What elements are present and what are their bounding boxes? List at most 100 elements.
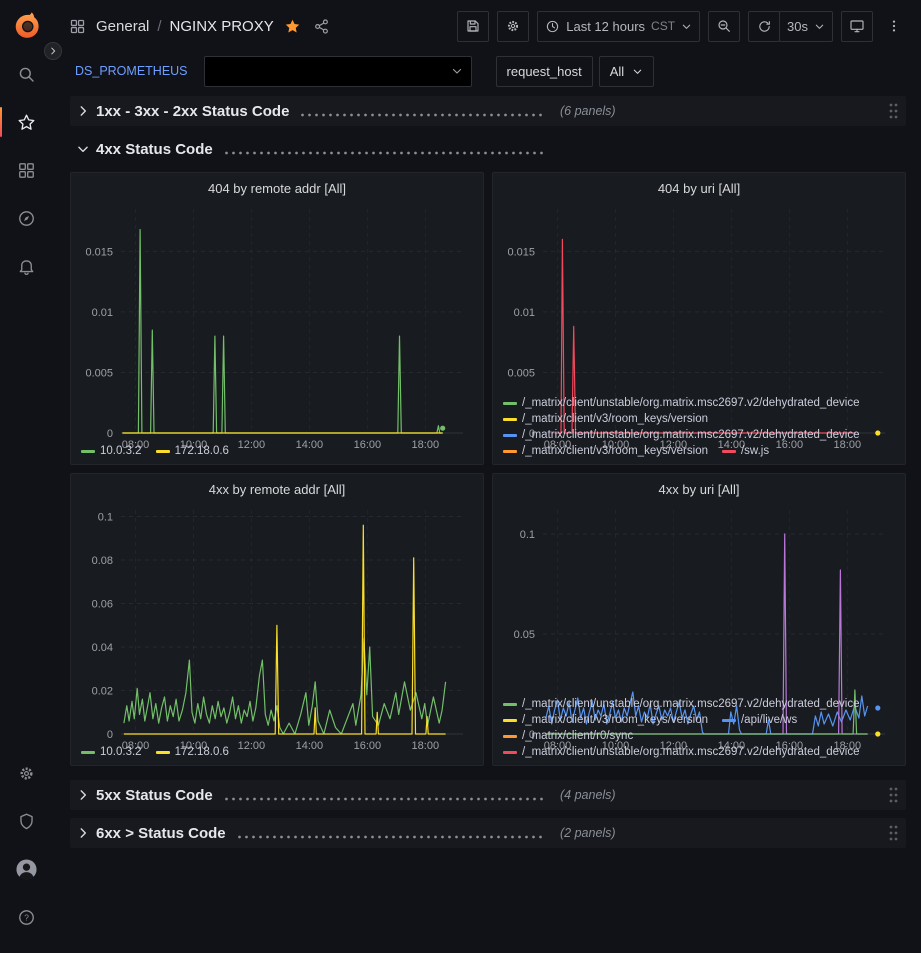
legend-item[interactable]: 172.18.0.6	[156, 746, 229, 758]
row-5xx-status-code[interactable]: 5xx Status Code (4 panels)	[70, 780, 906, 810]
chart-plot[interactable]: 00.0050.010.01508:0010:0012:0014:0016:00…	[75, 201, 477, 443]
legend-label: /_matrix/client/v3/room_keys/version	[522, 445, 708, 457]
legend-label: /sw.js	[741, 445, 769, 457]
monitor-icon	[849, 18, 865, 34]
breadcrumb-section[interactable]: General	[96, 18, 149, 35]
search-icon	[17, 65, 36, 84]
svg-text:0.005: 0.005	[85, 368, 113, 380]
dashboard-settings-button[interactable]	[497, 11, 529, 42]
chevron-down-icon	[76, 142, 90, 156]
panel-404-by-remote-addr: 404 by remote addr [All] 00.0050.010.015…	[70, 172, 484, 465]
legend-label: /_matrix/client/r0/sync	[522, 730, 633, 742]
refresh-interval-dropdown[interactable]: 30s	[779, 11, 833, 42]
time-range-picker[interactable]: Last 12 hours CST	[537, 11, 700, 42]
svg-text:0.02: 0.02	[92, 686, 113, 698]
request-host-variable-dropdown[interactable]: All	[599, 56, 654, 87]
row-6xx-status-code[interactable]: 6xx > Status Code (2 panels)	[70, 818, 906, 848]
zoom-out-button[interactable]	[708, 11, 740, 42]
legend-label: /_matrix/client/v3/room_keys/version	[522, 413, 708, 425]
legend-item[interactable]: 172.18.0.6	[156, 445, 229, 457]
sidebar-item-profile[interactable]	[0, 845, 53, 893]
legend-item[interactable]: 10.0.3.2	[81, 746, 142, 758]
refresh-button[interactable]	[748, 11, 780, 42]
chart-plot[interactable]: 00.020.040.060.080.108:0010:0012:0014:00…	[75, 502, 477, 744]
row-panel-count: (6 panels)	[560, 104, 616, 118]
sidebar-item-alerting[interactable]	[0, 242, 53, 290]
sidebar-item-server-admin[interactable]	[0, 797, 53, 845]
sidebar-item-explore[interactable]	[0, 194, 53, 242]
legend: 10.0.3.2 172.18.0.6	[71, 443, 483, 464]
panel-title[interactable]: 404 by remote addr [All]	[71, 173, 483, 199]
row-dotted-leader	[223, 795, 546, 803]
sidebar-item-help[interactable]: ?	[0, 893, 53, 941]
sidebar-item-configuration[interactable]	[0, 749, 53, 797]
row-drag-handle[interactable]	[888, 824, 898, 842]
panel-404-by-uri: 404 by uri [All] 00.0050.010.01508:0010:…	[492, 172, 906, 465]
sidebar-item-dashboards[interactable]	[0, 146, 53, 194]
clock-icon	[545, 19, 560, 34]
legend-item[interactable]: /_matrix/client/unstable/org.matrix.msc2…	[503, 397, 860, 409]
compass-icon	[17, 209, 36, 228]
legend-item[interactable]: /_matrix/client/unstable/org.matrix.msc2…	[503, 698, 860, 710]
datasource-variable-link[interactable]: DS_PROMETHEUS	[69, 60, 194, 82]
chevron-down-icon	[451, 65, 463, 77]
legend-item[interactable]: /_matrix/client/v3/room_keys/version	[503, 714, 708, 726]
svg-text:0.1: 0.1	[520, 529, 535, 541]
row-title: 6xx > Status Code	[96, 825, 226, 842]
dashboard-title: NGINX PROXY	[170, 18, 274, 35]
save-dashboard-button[interactable]	[457, 11, 489, 42]
row-title: 5xx Status Code	[96, 787, 213, 804]
panel-title[interactable]: 404 by uri [All]	[493, 173, 905, 199]
svg-text:0.04: 0.04	[92, 642, 113, 654]
legend-swatch	[503, 450, 517, 453]
row-1xx-3xx-2xx-status-code[interactable]: 1xx - 3xx - 2xx Status Code (6 panels)	[70, 96, 906, 126]
row-drag-handle[interactable]	[888, 786, 898, 804]
chart-plot[interactable]: 00.0050.010.01508:0010:0012:0014:0016:00…	[497, 201, 899, 395]
panel-title[interactable]: 4xx by uri [All]	[493, 474, 905, 500]
sidebar-item-search[interactable]	[0, 50, 53, 98]
dashboards-grid-icon	[17, 161, 36, 180]
grafana-logo-icon[interactable]	[12, 10, 42, 40]
legend: /_matrix/client/unstable/org.matrix.msc2…	[493, 696, 905, 765]
dashboard-header: General / NGINX PROXY La	[53, 0, 921, 52]
legend-label: 172.18.0.6	[175, 746, 229, 758]
more-options-kebab[interactable]	[881, 11, 907, 42]
row-lead: 4xx Status Code	[76, 141, 548, 158]
host-variable-dropdown[interactable]	[204, 56, 472, 87]
svg-text:0.015: 0.015	[85, 246, 113, 258]
chart-plot[interactable]: 00.050.108:0010:0012:0014:0016:0018:00	[497, 502, 899, 696]
svg-text:0.005: 0.005	[507, 368, 535, 380]
row-4xx-status-code[interactable]: 4xx Status Code	[70, 134, 906, 164]
cycle-view-mode-button[interactable]	[841, 11, 873, 42]
legend-label: /_matrix/client/unstable/org.matrix.msc2…	[522, 397, 860, 409]
sidebar-item-starred[interactable]	[0, 98, 53, 146]
legend-item[interactable]: /_matrix/client/unstable/org.matrix.msc2…	[503, 429, 860, 441]
legend-swatch	[722, 719, 736, 722]
svg-text:0.1: 0.1	[98, 512, 113, 524]
sidebar-expand-button[interactable]	[44, 42, 62, 60]
panel-title[interactable]: 4xx by remote addr [All]	[71, 474, 483, 500]
row-panel-count: (4 panels)	[560, 788, 616, 802]
legend-swatch	[156, 450, 170, 453]
svg-text:0.01: 0.01	[92, 307, 113, 319]
legend-item[interactable]: /_matrix/client/unstable/org.matrix.msc2…	[503, 746, 860, 758]
chevron-right-icon	[76, 104, 90, 118]
svg-text:0.08: 0.08	[92, 555, 113, 567]
legend-item[interactable]: /_matrix/client/v3/room_keys/version	[503, 413, 708, 425]
favorite-star-icon[interactable]	[282, 16, 303, 37]
legend-item[interactable]: /api/live/ws	[722, 714, 797, 726]
row-drag-handle[interactable]	[888, 102, 898, 120]
svg-text:0.06: 0.06	[92, 599, 113, 611]
chart-svg: 00.0050.010.01508:0010:0012:0014:0016:00…	[75, 201, 477, 455]
breadcrumb-separator: /	[157, 18, 161, 35]
chevron-right-icon	[76, 826, 90, 840]
apps-grid-icon	[67, 16, 88, 37]
legend-item[interactable]: /_matrix/client/r0/sync	[503, 730, 633, 742]
legend-item[interactable]: 10.0.3.2	[81, 445, 142, 457]
legend-item[interactable]: /_matrix/client/v3/room_keys/version	[503, 445, 708, 457]
request-host-variable-value: All	[610, 64, 624, 79]
legend-label: 10.0.3.2	[100, 746, 142, 758]
legend: 10.0.3.2 172.18.0.6	[71, 744, 483, 765]
share-icon[interactable]	[311, 16, 332, 37]
legend-item[interactable]: /sw.js	[722, 445, 769, 457]
